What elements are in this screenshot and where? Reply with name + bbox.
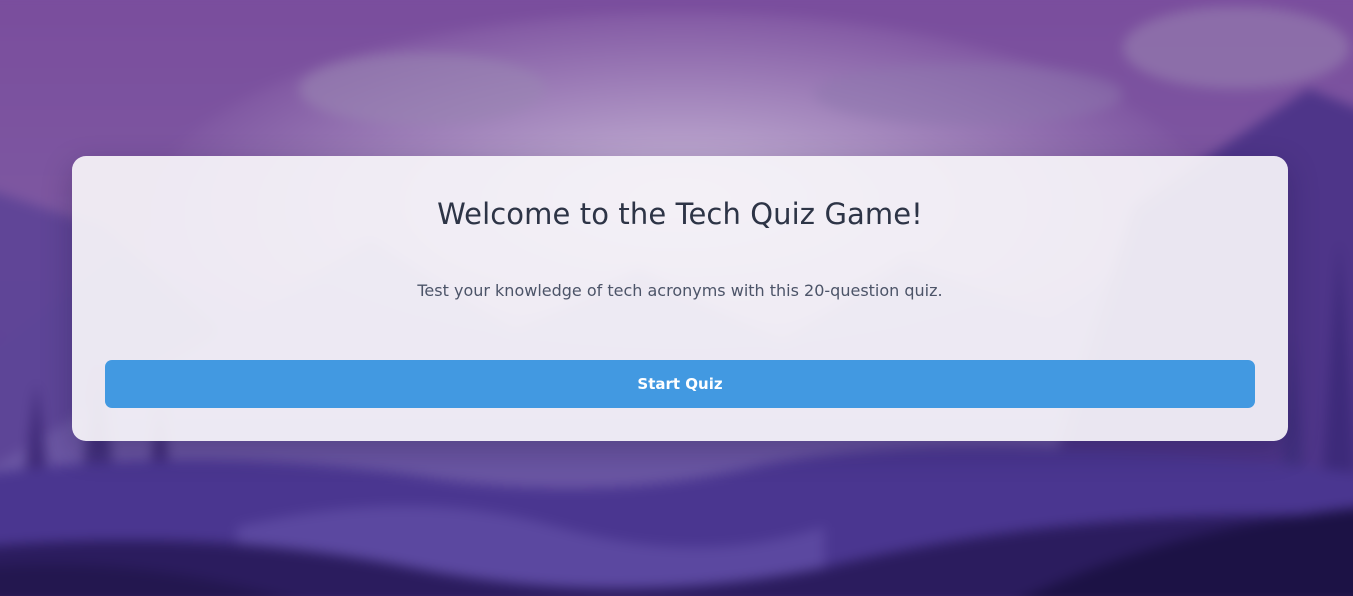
- quiz-description: Test your knowledge of tech acronyms wit…: [417, 281, 943, 300]
- welcome-card: Welcome to the Tech Quiz Game! Test your…: [72, 156, 1288, 441]
- page-title: Welcome to the Tech Quiz Game!: [437, 197, 923, 231]
- start-quiz-button[interactable]: Start Quiz: [105, 360, 1255, 408]
